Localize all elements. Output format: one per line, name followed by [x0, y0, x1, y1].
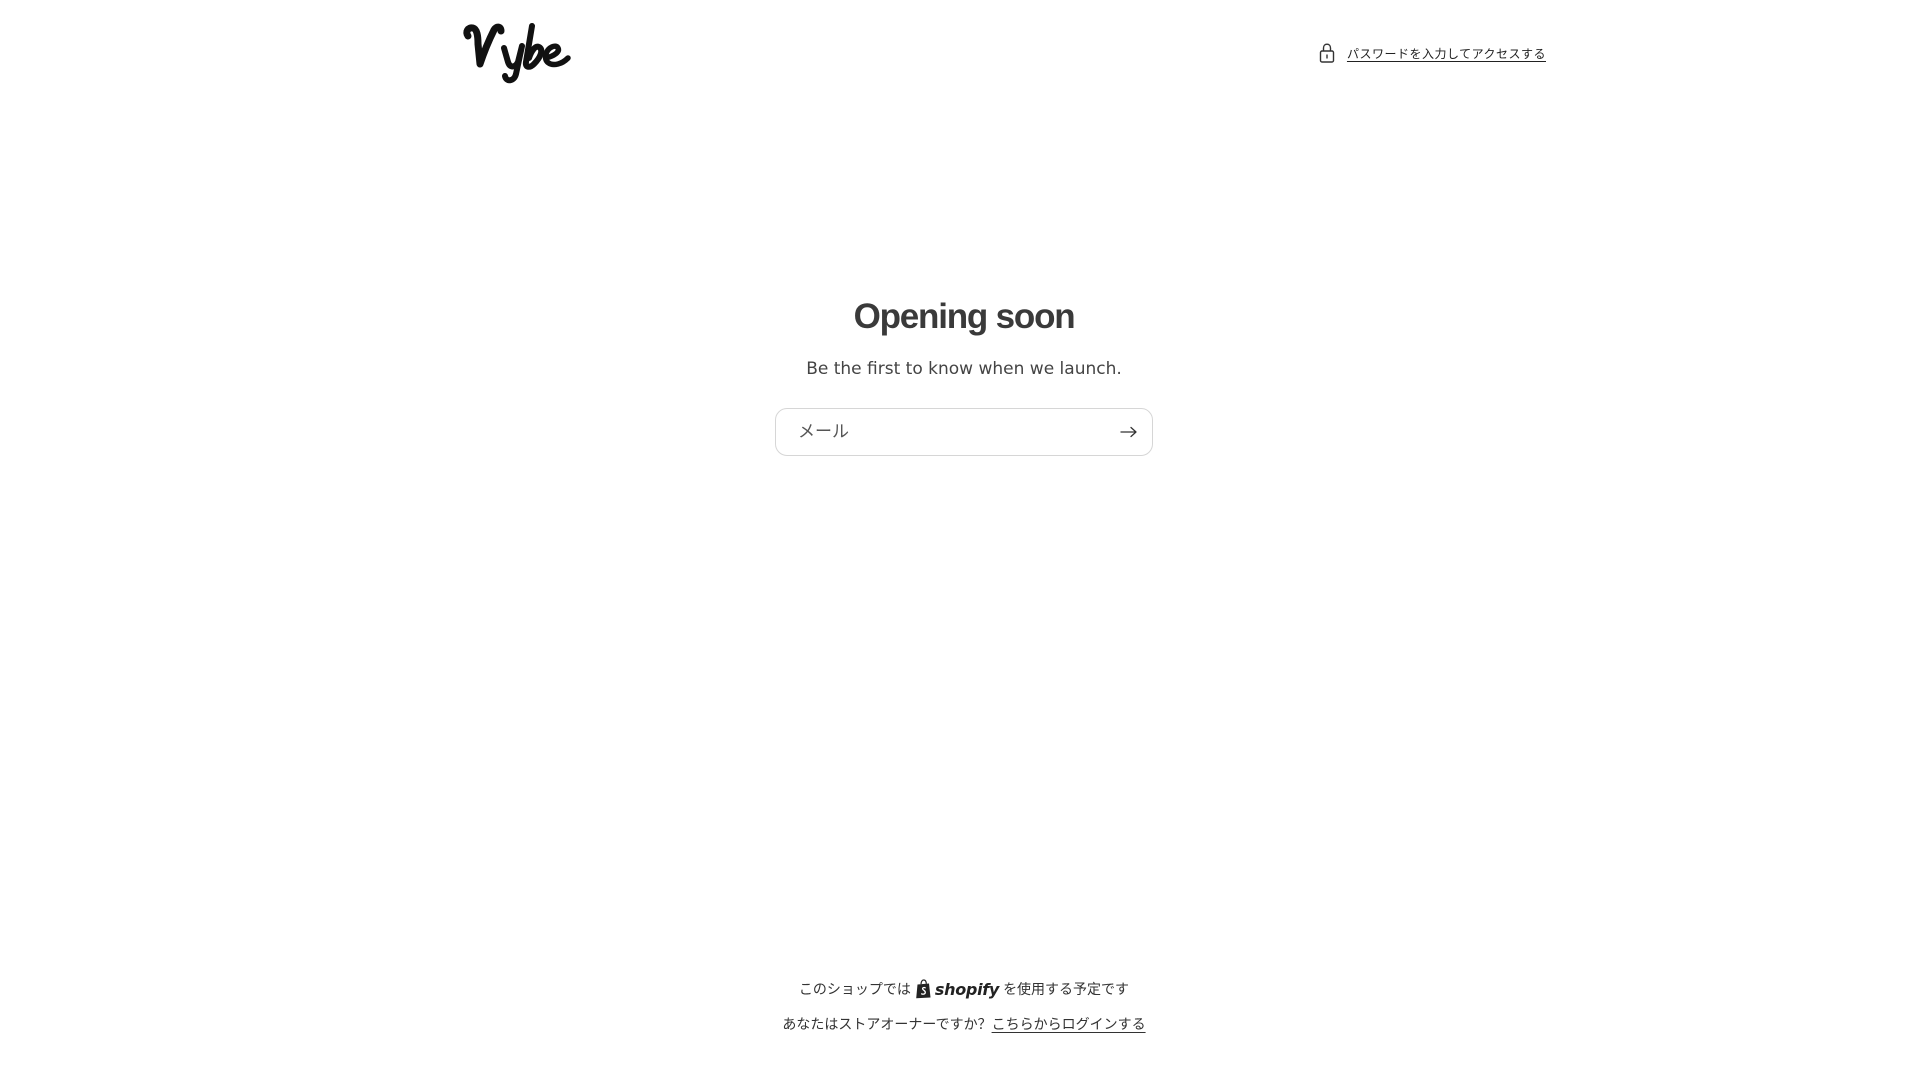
main-content: Opening soon Be the first to know when w…: [0, 290, 1920, 456]
vybe-logo-icon: [463, 23, 571, 84]
footer: このショップでは shopify を使用する予定です あなたはストアオーナーです…: [0, 976, 1920, 1037]
password-access-link[interactable]: パスワードを入力してアクセスする: [1317, 42, 1546, 64]
header: パスワードを入力してアクセスする: [0, 0, 1920, 106]
subscribe-button[interactable]: [1114, 417, 1144, 447]
powered-prefix: このショップでは: [798, 982, 911, 998]
shopify-link[interactable]: shopify: [915, 979, 999, 999]
owner-login-link[interactable]: こちらからログインする: [992, 1017, 1146, 1033]
shopify-wordmark: shopify: [934, 979, 1000, 999]
powered-by-line: このショップでは shopify を使用する予定です: [0, 976, 1920, 1002]
powered-suffix: を使用する予定です: [1003, 982, 1130, 998]
owner-question: あなたはストアオーナーですか？: [782, 1017, 992, 1033]
page: パスワードを入力してアクセスする Opening soon Be the fir…: [0, 0, 1920, 1080]
owner-login-line: あなたはストアオーナーですか？こちらからログインする: [0, 1013, 1920, 1037]
store-logo[interactable]: [462, 16, 574, 84]
email-input[interactable]: [776, 409, 1096, 455]
shopify-bag-icon: [915, 979, 932, 999]
page-title: Opening soon: [853, 297, 1076, 336]
arrow-right-icon: [1120, 426, 1137, 438]
password-access-label: パスワードを入力してアクセスする: [1346, 46, 1546, 61]
lock-icon: [1317, 42, 1337, 64]
page-subtitle: Be the first to know when we launch.: [806, 359, 1122, 379]
newsletter-form: [775, 408, 1153, 456]
